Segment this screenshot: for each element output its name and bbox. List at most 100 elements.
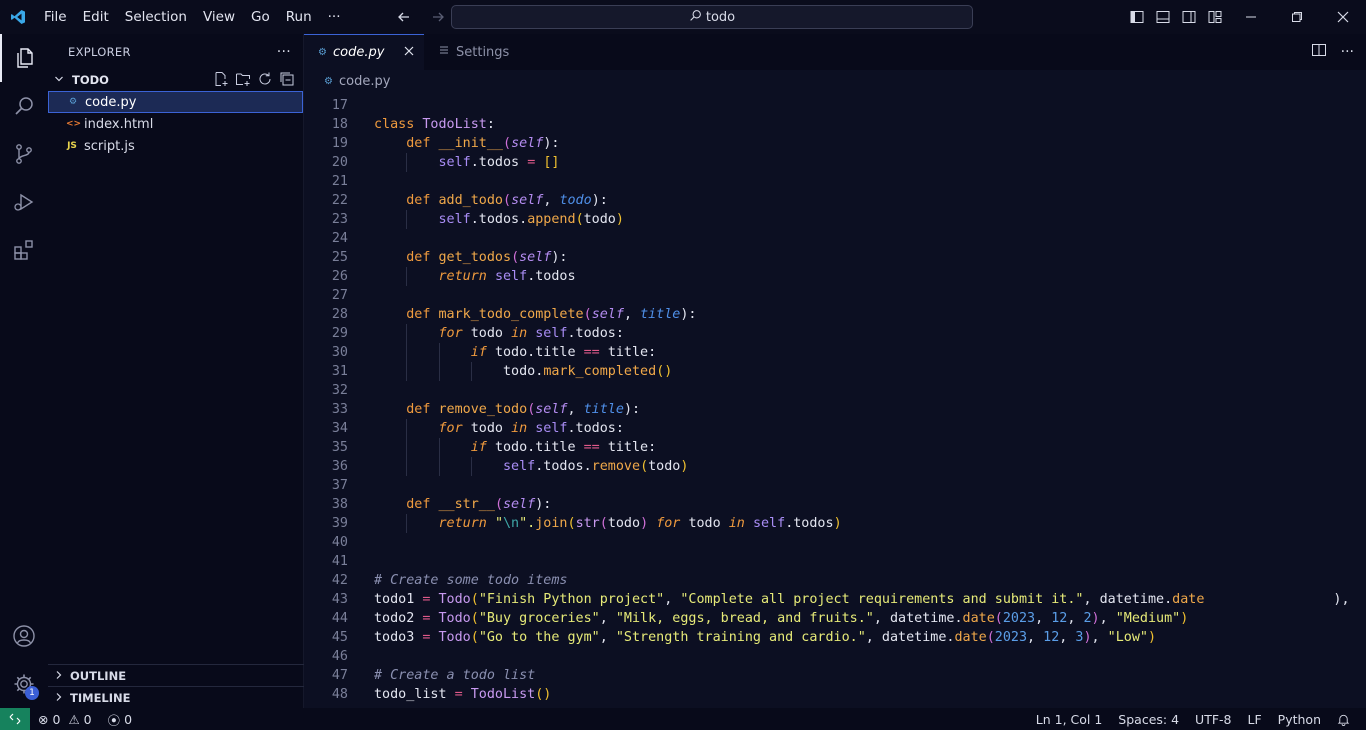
new-folder-icon[interactable] [235, 71, 251, 90]
close-window-icon[interactable] [1320, 0, 1366, 34]
code-line: 25 def get_todos(self): [304, 248, 1366, 267]
code-token: = [422, 592, 439, 607]
explorer-icon[interactable] [0, 34, 48, 82]
remote-indicator-icon[interactable] [0, 708, 30, 730]
search-view-icon[interactable] [0, 82, 48, 130]
breadcrumb[interactable]: ⚙ code.py [304, 70, 1366, 92]
code-line: 32 [304, 381, 1366, 400]
code-token: , [1035, 611, 1052, 626]
more-actions-icon[interactable]: ··· [277, 44, 291, 60]
ports-count: 0 [124, 711, 133, 727]
code-token: .todos [470, 155, 528, 170]
code-token: .todos: [567, 421, 624, 436]
forward-arrow-icon[interactable] [426, 5, 450, 29]
code-token: ( [470, 592, 479, 607]
search-text: todo [705, 9, 736, 25]
code-token: todo3 [374, 630, 423, 645]
toggle-secondary-sidebar-icon[interactable] [1176, 0, 1202, 34]
code-token: , [623, 307, 641, 322]
code-token: = [454, 687, 471, 702]
code-token: 12 [1043, 630, 1060, 645]
language-mode[interactable]: Python [1270, 712, 1329, 727]
folder-name: TODO [72, 73, 109, 87]
timeline-title: TIMELINE [70, 690, 131, 705]
menu-go[interactable]: Go [243, 0, 278, 34]
accounts-icon[interactable] [0, 612, 48, 660]
code-token: Todo [438, 630, 471, 645]
code-token: ( [470, 611, 479, 626]
line-number: 40 [331, 535, 348, 550]
code-line: 27 [304, 286, 1366, 305]
file-index-html[interactable]: <> index.html [48, 113, 303, 135]
indent-guide [406, 457, 408, 476]
file-script-js[interactable]: JS script.js [48, 135, 303, 157]
code-line: 29 for todo in self.todos: [304, 324, 1366, 343]
refresh-icon[interactable] [257, 71, 273, 90]
close-tab-icon[interactable] [404, 45, 414, 60]
code-token: ): [591, 193, 608, 208]
code-token: "Go to the gym" [478, 630, 600, 645]
file-code-py[interactable]: ⚙ code.py [48, 91, 303, 113]
line-number: 34 [331, 421, 348, 436]
cursor-position[interactable]: Ln 1, Col 1 [1028, 712, 1111, 727]
code-token: self [535, 326, 568, 341]
code-token: , [1059, 630, 1076, 645]
line-number: 20 [331, 155, 348, 170]
menu-selection[interactable]: Selection [117, 0, 195, 34]
line-number: 35 [331, 440, 348, 455]
menu-run[interactable]: Run [278, 0, 320, 34]
customize-layout-icon[interactable] [1202, 0, 1228, 34]
source-control-icon[interactable] [0, 130, 48, 178]
outline-section[interactable]: OUTLINE [48, 664, 304, 686]
line-number: 42 [331, 573, 348, 588]
code-token: # Create some todo items [374, 573, 568, 588]
line-number: 24 [331, 231, 348, 246]
code-token: , [599, 630, 616, 645]
minimize-icon[interactable] [1228, 0, 1274, 34]
collapse-all-icon[interactable] [279, 71, 295, 90]
indent-guide [406, 343, 408, 362]
code-token: = [527, 155, 544, 170]
code-token: in [511, 326, 536, 341]
code-token: self [438, 212, 471, 227]
timeline-section[interactable]: TIMELINE [48, 686, 304, 708]
code-token: , datetime. [873, 611, 963, 626]
code-token: return [438, 269, 495, 284]
menu-view[interactable]: View [195, 0, 243, 34]
restore-icon[interactable] [1274, 0, 1320, 34]
menu-more[interactable]: ··· [320, 0, 349, 34]
toggle-panel-icon[interactable] [1150, 0, 1176, 34]
encoding[interactable]: UTF-8 [1187, 712, 1239, 727]
tab-label: code.py [332, 45, 385, 60]
code-token: date [954, 630, 987, 645]
code-token: .todos [527, 269, 576, 284]
code-token: date [1172, 592, 1205, 607]
indent-guide [406, 210, 408, 229]
ports-indicator[interactable]: ⦿ 0 [100, 710, 140, 729]
bell-icon[interactable] [1329, 713, 1358, 726]
more-editor-actions-icon[interactable]: ··· [1341, 44, 1354, 60]
folder-todo[interactable]: TODO [48, 69, 303, 91]
run-debug-icon[interactable] [0, 178, 48, 226]
manage-gear-icon[interactable]: 1 [0, 660, 48, 708]
menu-file[interactable]: File [36, 0, 75, 34]
menu-edit[interactable]: Edit [75, 0, 117, 34]
problems-indicator[interactable]: ⊗ 0 ⚠ 0 [30, 712, 100, 727]
extensions-icon[interactable] [0, 226, 48, 274]
new-file-icon[interactable] [213, 71, 229, 90]
code-editor[interactable]: 17 18 class TodoList: 19 def __init__(self)… [304, 92, 1366, 708]
end-of-line[interactable]: LF [1240, 712, 1270, 727]
tab-code-py[interactable]: ⚙ code.py [304, 34, 424, 70]
code-token: ) [1083, 630, 1092, 645]
code-token: todo.title [494, 345, 584, 360]
split-editor-icon[interactable] [1311, 42, 1327, 62]
line-number: 43 [331, 592, 348, 607]
command-center-search[interactable]: todo [451, 5, 973, 29]
back-arrow-icon[interactable] [392, 5, 416, 29]
code-token: ): [680, 307, 697, 322]
toggle-primary-sidebar-icon[interactable] [1124, 0, 1150, 34]
code-line: 38 def __str__(self): [304, 495, 1366, 514]
indentation[interactable]: Spaces: 4 [1110, 712, 1187, 727]
code-token: .todos [785, 516, 834, 531]
tab-settings[interactable]: Settings [424, 34, 534, 70]
